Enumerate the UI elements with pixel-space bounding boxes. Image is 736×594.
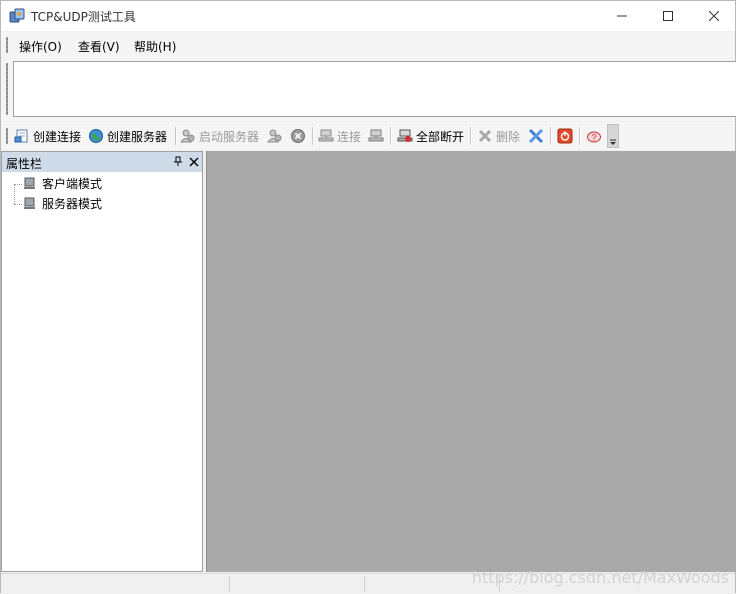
computer-icon [24,197,35,209]
chevron-down-icon [610,139,616,145]
svg-text:?: ? [591,133,596,143]
menu-view[interactable]: 查看(V) [78,38,120,55]
connect-button[interactable]: 连接 [318,126,361,146]
pin-icon[interactable] [173,156,183,170]
toolbar: 创建连接 创建服务器 启动服务器 连接 全部断开 删除 ? [1,122,735,150]
server-start-icon [180,129,195,143]
tools-icon[interactable] [528,128,544,147]
app-icon [9,8,25,24]
create-connection-label: 创建连接 [33,129,82,144]
toolbar-separator [550,127,552,145]
toolbar-overflow-button[interactable] [607,124,619,148]
toolbar-grip[interactable] [6,128,8,144]
help-icon[interactable]: ? [586,128,602,147]
disconnect-all-label: 全部断开 [416,129,465,144]
status-bar: https://blog.csdn.net/MaxWoods [1,568,735,594]
delete-label: 删除 [496,129,521,144]
power-icon[interactable] [557,128,573,147]
menu-operation[interactable]: 操作(O) [19,38,62,55]
disconnect-all-button[interactable]: 全部断开 [397,126,464,146]
network-disconnect-icon[interactable] [368,128,384,147]
tree-connector [14,184,15,204]
close-icon[interactable] [189,156,199,170]
cancel-circle-icon[interactable] [290,128,306,147]
title-bar[interactable]: TCP&UDP测试工具 [1,1,735,31]
delete-button[interactable]: 删除 [477,126,520,146]
computer-icon [24,177,35,189]
app-window: TCP&UDP测试工具 操作(O) 查看(V) 帮助(H) 创建连接 创建服务器… [0,0,736,594]
panel-title: 属性栏 [6,157,43,171]
panel-header: 属性栏 [2,152,202,172]
menu-bar: 操作(O) 查看(V) 帮助(H) [1,32,735,58]
toolbar-separator [579,127,581,145]
tree-connector [14,204,22,205]
toolbar-separator [175,127,177,145]
start-server-label: 启动服务器 [199,129,260,144]
status-cell [1,576,230,592]
main-content-area[interactable] [206,151,736,572]
tree-item-label: 客户端模式 [42,176,103,191]
connect-label: 连接 [337,129,362,144]
new-connection-icon [14,129,28,143]
tree-item-server-mode[interactable]: 服务器模式 [22,194,102,212]
status-cell [230,576,365,592]
create-server-label: 创建服务器 [107,129,168,144]
tree-item-label: 服务器模式 [42,196,103,211]
server-stop-icon[interactable] [267,128,283,147]
network-connect-icon [318,129,334,142]
maximize-button[interactable] [645,1,691,31]
tree-connector [14,184,22,185]
toolbar-separator [390,127,392,145]
tree-item-client-mode[interactable]: 客户端模式 [22,174,102,192]
create-server-button[interactable]: 创建服务器 [88,126,167,146]
toolbar-separator [312,127,314,145]
delete-x-icon [478,129,492,143]
create-connection-button[interactable]: 创建连接 [14,126,81,146]
menu-grip[interactable] [6,37,8,53]
strip-grip[interactable] [6,63,8,115]
close-button[interactable] [691,1,736,31]
property-panel: 属性栏 客户端模式 服务器模式 [1,151,203,572]
input-strip [1,59,736,121]
address-input[interactable] [13,61,736,117]
start-server-button[interactable]: 启动服务器 [180,126,259,146]
watermark-text: https://blog.csdn.net/MaxWoods [471,568,729,587]
globe-icon [89,129,103,143]
menu-help[interactable]: 帮助(H) [134,38,176,55]
toolbar-separator [470,127,472,145]
window-title: TCP&UDP测试工具 [31,10,136,24]
disconnect-all-icon [397,129,413,142]
minimize-button[interactable] [599,1,645,31]
